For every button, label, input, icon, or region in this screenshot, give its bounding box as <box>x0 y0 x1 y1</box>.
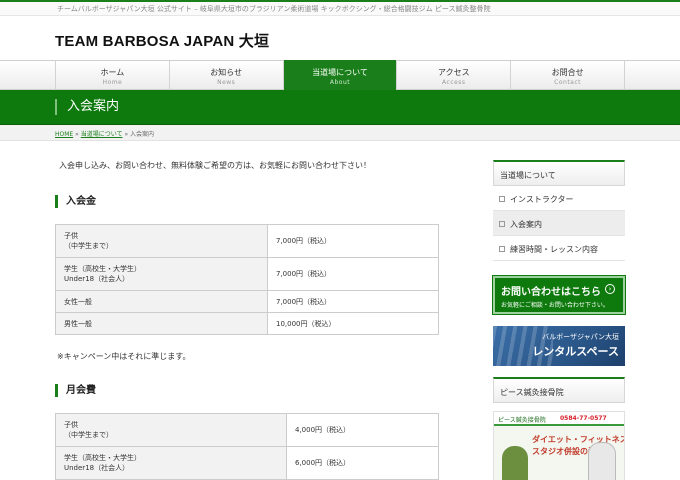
ad-phone: 0584-77-0577 <box>560 415 607 422</box>
rental-banner-line1: バルボーザジャパン大垣 <box>542 333 619 341</box>
table-row: 女性一般 7,000円（税込） <box>55 290 439 313</box>
nav-item-contact[interactable]: お問合せ Contact <box>511 61 625 90</box>
intro-text: 入会申し込み、お問い合わせ、無料体験ご希望の方は、お気軽にお問い合わせ下さい！ <box>59 161 371 170</box>
main-content: 入会申し込み、お問い合わせ、無料体験ご希望の方は、お気軽にお問い合わせ下さい！ … <box>55 160 439 480</box>
nav-item-news[interactable]: お知らせ News <box>170 61 284 90</box>
sidebar-item-label: 入会案内 <box>510 220 542 229</box>
sidebar-heading: 当道場について <box>493 160 625 186</box>
breadcrumb-separator: » <box>122 131 131 138</box>
nav-item-sublabel: Contact <box>554 79 581 86</box>
bullet-icon <box>499 196 505 202</box>
table-cell-value: 10,000円（税込） <box>267 312 439 335</box>
cta-title: お問い合わせはこちら <box>501 287 601 298</box>
site-logo[interactable]: TEAM BARBOSA JAPAN 大垣 <box>55 30 269 51</box>
table-row: 学生（高校生・大学生） Under18（社会人） 6,000円（税込） <box>55 446 439 480</box>
nav-item-sublabel: News <box>217 79 236 86</box>
clinic-ad-banner[interactable]: ピース鍼灸接骨院 0584-77-0577 ダイエット・フィットネス スタジオ併… <box>493 411 625 480</box>
label-line: （中学生まで） <box>64 431 113 439</box>
nav-item-label: ホーム <box>100 68 125 77</box>
nav-item-label: お知らせ <box>210 68 243 77</box>
section-heading-monthly-fee: 月会費 <box>55 384 439 397</box>
label-line: 子供 <box>64 232 78 240</box>
admission-fee-table: 子供 （中学生まで） 7,000円（税込） 学生（高校生・大学生） Under1… <box>55 224 439 335</box>
contact-cta-banner[interactable]: お問い合わせはこちら › お気軽にご相談・お問い合わせ下さい。 <box>492 275 626 315</box>
table-row: 学生（高校生・大学生） Under18（社会人） 7,000円（税込） <box>55 257 439 291</box>
arrow-right-icon: › <box>605 284 615 294</box>
bullet-icon <box>499 221 505 227</box>
ad-clinic-name: ピース鍼灸接骨院 <box>498 417 546 424</box>
sidebar-heading-clinic: ピース鍼灸接骨院 <box>493 377 625 403</box>
nav-item-sublabel: About <box>329 79 351 86</box>
sidebar-item-label: インストラクター <box>510 195 574 204</box>
label-line: 子供 <box>64 421 78 429</box>
breadcrumb-current: 入会案内 <box>130 131 155 138</box>
site-tagline: チームバルボーザジャパン大垣 公式サイト – 岐阜県大垣市のブラジリアン柔術道場… <box>57 5 491 13</box>
table-row: 子供 （中学生まで） 7,000円（税込） <box>55 224 439 258</box>
table-cell-label: 女性一般 <box>55 290 268 313</box>
table-cell-label: 男性一般 <box>55 312 268 335</box>
table-cell-value: 4,000円（税込） <box>286 413 439 447</box>
nav-item-label: アクセス <box>437 68 470 77</box>
table-cell-label: 学生（高校生・大学生） Under18（社会人） <box>55 446 287 480</box>
label-line: 学生（高校生・大学生） <box>64 265 141 273</box>
label-line: Under18（社会人） <box>64 464 130 472</box>
site-tagline-bar: チームバルボーザジャパン大垣 公式サイト – 岐阜県大垣市のブラジリアン柔術道場… <box>0 0 680 16</box>
sidebar-item-admission[interactable]: 入会案内 <box>493 211 625 236</box>
label-line: 学生（高校生・大学生） <box>64 454 141 462</box>
table-cell-value: 7,000円（税込） <box>267 257 439 291</box>
cta-subtitle: お気軽にご相談・お問い合わせ下さい。 <box>501 302 609 309</box>
table-row: 男性一般 10,000円（税込） <box>55 312 439 335</box>
nav-item-access[interactable]: アクセス Access <box>397 61 512 90</box>
rental-space-banner[interactable]: バルボーザジャパン大垣 レンタルスペース <box>493 326 625 366</box>
table-cell-value: 7,000円（税込） <box>267 224 439 258</box>
sidebar: 当道場について インストラクター 入会案内 練習時間・レッスン内容 お問い合わせ… <box>492 160 626 480</box>
breadcrumb-separator: » <box>73 131 81 138</box>
section-heading-admission-fee: 入会金 <box>55 195 439 208</box>
page-title-banner: 入会案内 <box>0 90 680 125</box>
nav-item-home[interactable]: ホーム Home <box>56 61 170 90</box>
sidebar-item-label: 練習時間・レッスン内容 <box>510 245 598 254</box>
table-cell-value: 7,000円（税込） <box>267 290 439 313</box>
nav-item-label: お問合せ <box>551 68 584 77</box>
ad-photo-staff <box>588 442 616 480</box>
table-row: 子供 （中学生まで） 4,000円（税込） <box>55 413 439 447</box>
table-cell-label: 子供 （中学生まで） <box>55 224 268 258</box>
monthly-fee-table: 子供 （中学生まで） 4,000円（税込） 学生（高校生・大学生） Under1… <box>55 413 439 480</box>
sidebar-item-schedule[interactable]: 練習時間・レッスン内容 <box>493 236 625 261</box>
sidebar-item-instructor[interactable]: インストラクター <box>493 186 625 211</box>
label-line: （中学生まで） <box>64 242 113 250</box>
nav-item-about[interactable]: 当道場について About <box>283 60 398 91</box>
global-nav: ホーム Home お知らせ News 当道場について About アクセス Ac… <box>0 60 680 91</box>
breadcrumb-home-link[interactable]: HOME <box>55 131 73 138</box>
label-line: Under18（社会人） <box>64 275 130 283</box>
bullet-icon <box>499 246 505 252</box>
page-title: 入会案内 <box>55 99 119 115</box>
nav-item-sublabel: Home <box>102 79 123 86</box>
table-cell-label: 子供 （中学生まで） <box>55 413 287 447</box>
nav-item-sublabel: Access <box>442 79 466 86</box>
table-cell-label: 学生（高校生・大学生） Under18（社会人） <box>55 257 268 291</box>
breadcrumb: HOME » 当道場について » 入会案内 <box>0 125 680 141</box>
ad-photo-person <box>502 446 528 480</box>
campaign-note: ※キャンペーン中はそれに準じます。 <box>57 352 191 361</box>
rental-banner-line2: レンタルスペース <box>532 345 619 358</box>
table-cell-value: 6,000円（税込） <box>286 446 439 480</box>
nav-item-label: 当道場について <box>312 68 368 77</box>
breadcrumb-parent-link[interactable]: 当道場について <box>81 131 123 138</box>
